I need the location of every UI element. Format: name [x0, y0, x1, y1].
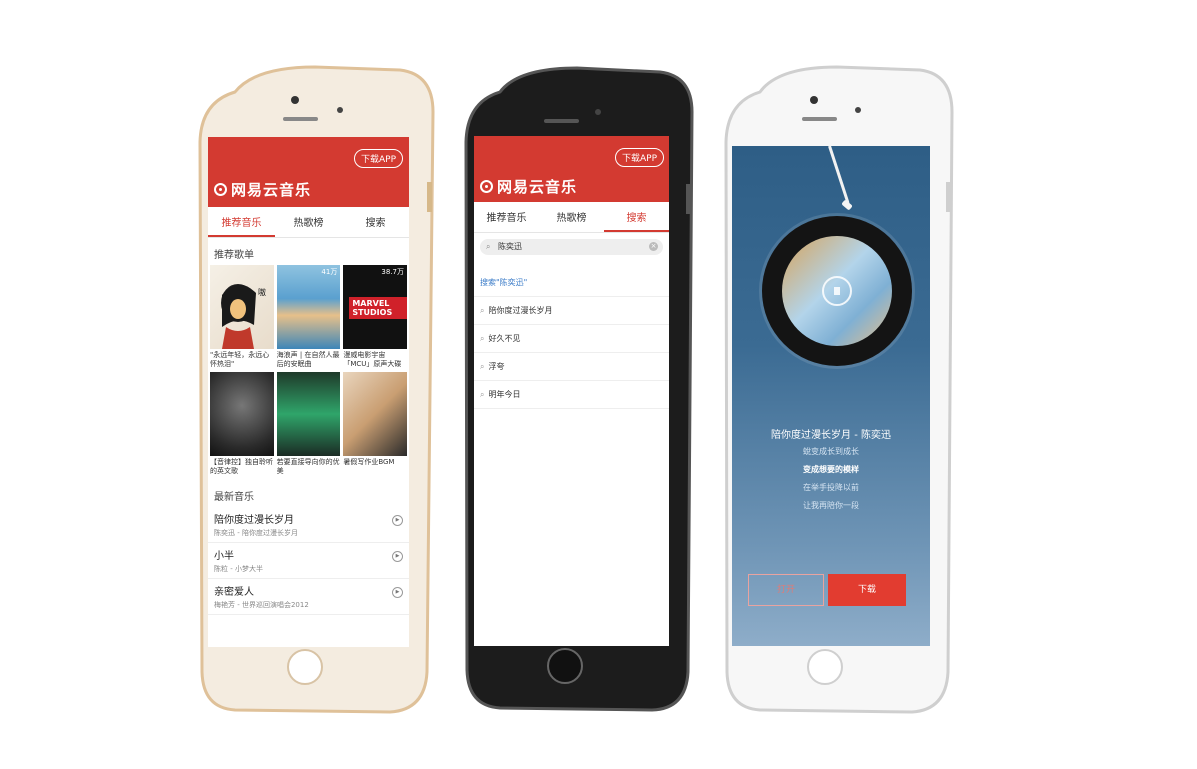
play-icon[interactable]: ▶ [392, 587, 403, 598]
suggestion-item[interactable]: ⌕ 陪你度过漫长岁月 [474, 297, 669, 325]
search-icon: ⌕ [480, 334, 485, 343]
open-button[interactable]: 打开 [748, 574, 824, 606]
playlist-cover: 嗷 [210, 265, 274, 349]
search-for-line[interactable]: 搜索"陈奕迅" [474, 269, 669, 297]
vinyl-disc [762, 216, 912, 366]
play-count: 41万 [321, 268, 338, 276]
suggestion-text: 浮夸 [488, 362, 505, 371]
playlist-card[interactable]: 41万 海浪声 | 在自然人最后的安眠曲 [276, 265, 341, 369]
marvel-logo: MARVEL STUDIOS [349, 297, 407, 319]
tab-hot[interactable]: 热歌榜 [539, 202, 604, 232]
playlist-cover [210, 372, 274, 456]
section-new-title: 最新音乐 [214, 492, 254, 503]
app-name: 网易云音乐 [231, 181, 312, 199]
black-phone-screen: 下载APP 网易云音乐 推荐音乐 热歌榜 搜索 ⌕ 陈奕迅 × 搜索"陈奕迅" … [474, 136, 669, 646]
phone-black: 下载APP 网易云音乐 推荐音乐 热歌榜 搜索 ⌕ 陈奕迅 × 搜索"陈奕迅" … [462, 64, 698, 714]
cartoon-girl-illustration: 嗷 [221, 284, 266, 349]
svg-text:嗷: 嗷 [258, 287, 266, 297]
play-icon[interactable]: ▶ [392, 551, 403, 562]
search-icon: ⌕ [480, 306, 485, 315]
playlist-card[interactable]: 【音律控】独自聆听的英文歌 [210, 372, 274, 476]
play-icon[interactable]: ▶ [392, 515, 403, 526]
playlist-cover [276, 372, 341, 456]
silver-phone-screen: 陪你度过漫长岁月 - 陈奕迅 蛻变成长到成长 变成想要的模样 在举手投降以前 让… [732, 146, 930, 646]
playlist-cover [343, 372, 407, 456]
player-view: 陪你度过漫长岁月 - 陈奕迅 蛻变成长到成长 变成想要的模样 在举手投降以前 让… [732, 146, 930, 646]
playlist-title: "永远年轻，永远心怀热泪" [210, 351, 270, 368]
suggestion-item[interactable]: ⌕ 明年今日 [474, 381, 669, 409]
lyric-line-current: 变成想要的模样 [803, 465, 859, 474]
song-title: 小半 [214, 551, 234, 562]
pause-icon[interactable] [822, 276, 852, 306]
tab-hot[interactable]: 热歌榜 [275, 207, 342, 237]
clear-icon[interactable]: × [649, 242, 658, 251]
song-title: 亲密爱人 [214, 587, 254, 598]
tab-bar: 推荐音乐 热歌榜 搜索 [474, 202, 669, 233]
app-header: 下载APP 网易云音乐 [208, 137, 409, 207]
playlist-card[interactable]: 若要直接导向你的优美 [276, 372, 341, 476]
song-artist: 陈粒 - 小梦大半 [214, 565, 263, 573]
netease-logo-icon [480, 180, 493, 193]
tab-search[interactable]: 搜索 [342, 207, 409, 237]
play-count: 38.7万 [381, 268, 404, 276]
phone-gold: 下载APP 网易云音乐 推荐音乐 热歌榜 搜索 推荐歌单 嗷 "永远年轻，永远心… [195, 62, 438, 717]
song-item[interactable]: 陪你度过漫长岁月 陈奕迅 - 陪你度过漫长岁月 ▶ [208, 507, 409, 543]
song-item[interactable]: 小半 陈粒 - 小梦大半 ▶ [208, 543, 409, 579]
lyric-line: 让我再陪你一段 [803, 501, 859, 510]
tonearm [828, 146, 850, 204]
lyric-line: 在举手投降以前 [803, 483, 859, 492]
song-title: 陪你度过漫长岁月 [214, 515, 294, 526]
section-playlists-title: 推荐歌单 [214, 250, 254, 261]
app-header: 下载APP 网易云音乐 [474, 136, 669, 202]
download-button[interactable]: 下载 [828, 574, 906, 606]
search-input-value: 陈奕迅 [498, 242, 522, 251]
suggestion-item[interactable]: ⌕ 好久不见 [474, 325, 669, 353]
playlist-title: 若要直接导向你的优美 [276, 458, 340, 475]
logo: 网易云音乐 [214, 179, 311, 200]
tab-bar: 推荐音乐 热歌榜 搜索 [208, 207, 409, 238]
song-title: 陪你度过漫长岁月 - 陈奕迅 [771, 430, 891, 441]
playlist-card[interactable]: 38.7万 MARVEL STUDIOS 漫威电影宇宙「MCU」原声大碟 [343, 265, 407, 369]
search-icon: ⌕ [480, 390, 485, 399]
song-item[interactable]: 亲密爱人 梅艳芳 - 世界巡回演唱会2012 ▶ [208, 579, 409, 615]
logo: 网易云音乐 [480, 176, 577, 197]
search-input[interactable]: ⌕ 陈奕迅 × [480, 239, 663, 255]
suggestion-text: 陪你度过漫长岁月 [488, 306, 553, 315]
playlist-cover: 38.7万 MARVEL STUDIOS [343, 265, 407, 349]
playlist-title: 漫威电影宇宙「MCU」原声大碟 [343, 351, 402, 368]
search-icon: ⌕ [480, 362, 485, 371]
download-app-button[interactable]: 下载APP [353, 149, 403, 168]
playlist-title: 【音律控】独自聆听的英文歌 [210, 458, 273, 475]
app-name: 网易云音乐 [497, 178, 578, 196]
tonearm-head [841, 199, 853, 211]
playlist-card[interactable]: 暑假写作业BGM [343, 372, 407, 476]
playlist-card[interactable]: 嗷 "永远年轻，永远心怀热泪" [210, 265, 274, 369]
playlist-title: 海浪声 | 在自然人最后的安眠曲 [276, 351, 340, 368]
playlist-cover: 41万 [276, 265, 341, 349]
download-app-button[interactable]: 下载APP [614, 148, 664, 167]
tab-recommend[interactable]: 推荐音乐 [208, 207, 275, 237]
gold-phone-screen: 下载APP 网易云音乐 推荐音乐 热歌榜 搜索 推荐歌单 嗷 "永远年轻，永远心… [208, 137, 409, 647]
playlist-title: 暑假写作业BGM [343, 458, 395, 466]
netease-logo-icon [214, 183, 227, 196]
search-icon: ⌕ [486, 242, 491, 251]
lyric-line: 蛻变成长到成长 [803, 447, 859, 456]
suggestion-text: 明年今日 [488, 390, 521, 399]
playlist-grid: 嗷 "永远年轻，永远心怀热泪" 41万 海浪声 | 在自然人最后的安眠曲 38.… [208, 265, 409, 476]
song-artist: 梅艳芳 - 世界巡回演唱会2012 [214, 601, 309, 609]
song-artist: 陈奕迅 - 陪你度过漫长岁月 [214, 529, 298, 537]
tab-recommend[interactable]: 推荐音乐 [474, 202, 539, 232]
phone-silver: 陪你度过漫长岁月 - 陈奕迅 蛻变成长到成长 变成想要的模样 在举手投降以前 让… [722, 62, 958, 717]
suggestion-item[interactable]: ⌕ 浮夸 [474, 353, 669, 381]
suggestion-text: 好久不见 [488, 334, 521, 343]
tab-search[interactable]: 搜索 [604, 202, 669, 232]
page: { "app": { "name": "网易云音乐", "download_ap… [0, 0, 1197, 769]
